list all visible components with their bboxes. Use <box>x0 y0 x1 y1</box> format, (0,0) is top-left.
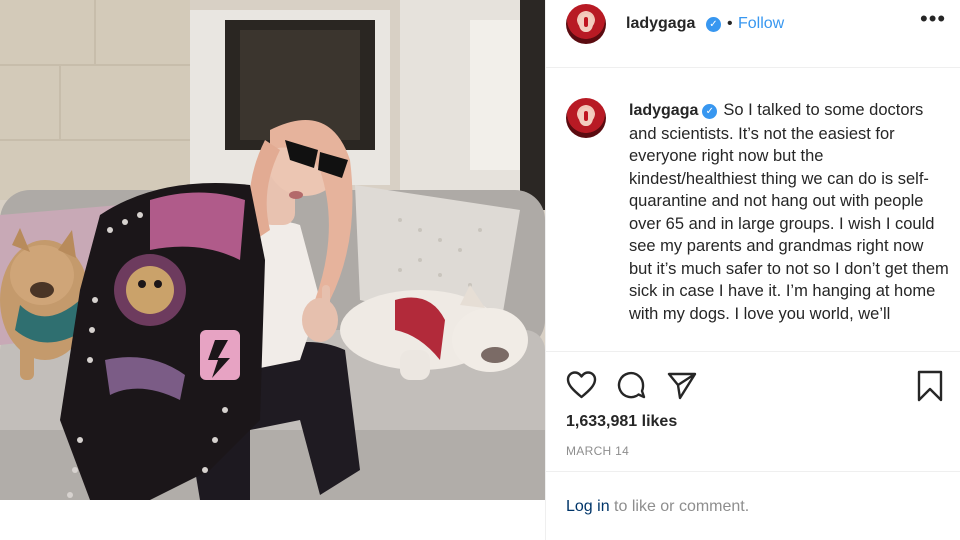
verified-badge-icon: ✓ <box>702 104 718 119</box>
likes-count[interactable]: 1,633,981 likes <box>566 413 677 431</box>
more-options-icon[interactable]: ••• <box>920 6 946 32</box>
caption-avatar[interactable] <box>566 98 606 138</box>
share-icon[interactable] <box>667 370 697 405</box>
login-link[interactable]: Log in <box>566 498 610 515</box>
caption-section: ladygaga ✓ So I talked to some doctors and… <box>546 68 960 352</box>
separator-dot: • <box>727 15 733 32</box>
caption-body: So I talked to some doctors and scientis… <box>629 101 949 323</box>
avatar-mark <box>584 111 588 121</box>
avatar[interactable] <box>566 4 606 44</box>
post-header: ladygaga ✓ • Follow ••• <box>546 0 960 68</box>
post-date[interactable]: MARCH 14 <box>566 444 629 458</box>
login-prompt: Log in to like or comment. <box>566 498 749 516</box>
actions-section: 1,633,981 likes MARCH 14 <box>546 352 960 472</box>
login-prompt-text: to like or comment. <box>609 498 750 515</box>
post-image <box>0 0 545 500</box>
caption-text: ladygaga ✓ So I talked to some doctors and… <box>629 99 949 325</box>
photo-bottom-strip <box>0 500 545 540</box>
post-photo[interactable] <box>0 0 545 500</box>
username-link[interactable]: ladygaga <box>626 15 695 33</box>
verified-badge-icon: ✓ <box>706 17 721 32</box>
bookmark-icon[interactable] <box>917 370 943 407</box>
heart-icon[interactable] <box>566 370 597 405</box>
caption-username-link[interactable]: ladygaga <box>629 102 698 119</box>
comment-icon[interactable] <box>616 370 646 405</box>
avatar-mark <box>584 17 588 27</box>
post-side-panel: ladygaga ✓ • Follow ••• ladygaga ✓ So I ta… <box>545 0 960 540</box>
follow-button[interactable]: Follow <box>738 15 784 33</box>
